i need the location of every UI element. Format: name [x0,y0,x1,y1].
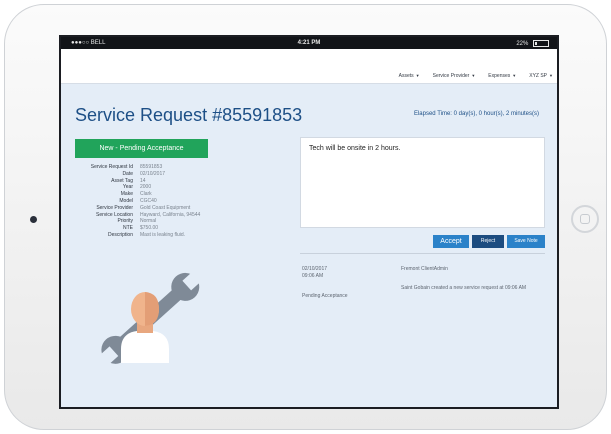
log-user: Fremont ClientAdmin [401,266,448,272]
detail-row: Year 2000 [75,184,200,191]
nav-expenses[interactable]: Expenses ▼ [488,73,516,79]
app-screen: ●●●○○ BELL 4:21 PM 22% Assets ▼ Service P… [59,35,559,409]
detail-value: Normal [140,218,157,225]
detail-value: Clark [140,191,152,198]
tablet-frame: ●●●○○ BELL 4:21 PM 22% Assets ▼ Service P… [4,4,607,430]
detail-value: Hayward, California, 94544 [140,211,201,218]
detail-label: Year [122,184,133,191]
detail-value: 2000 [140,184,152,191]
detail-row: Priority Normal [75,218,200,225]
nav-menu: Assets ▼ Service Provider ▼ Expenses ▼ XYZ … [386,73,553,79]
battery-percent: 22% [516,41,529,48]
detail-label: Model [119,197,133,204]
reject-button[interactable]: Reject [472,235,504,248]
log-time: 09:06 AM [302,273,324,279]
battery-indicator: 22% [516,40,549,47]
divider [300,253,545,254]
detail-value: 14 [140,177,146,184]
page-title: Service Request #85591853 [75,105,303,125]
detail-value: Mast is leaking fluid. [140,231,186,238]
detail-label: Priority [117,218,133,225]
status-bar: ●●●○○ BELL 4:21 PM 22% [61,37,557,49]
battery-icon [533,40,549,47]
detail-label: Make [120,191,133,198]
detail-value: 02/10/2017 [140,170,166,177]
accept-button[interactable]: Accept [433,235,469,248]
detail-label: Asset Tag [111,177,133,184]
detail-value: $750.00 [140,225,159,232]
detail-row: NTE $750.00 [75,225,200,232]
detail-row: Description Mast is leaking fluid. [75,232,200,239]
detail-row: Model CGC40 [75,198,200,205]
detail-row: Asset Tag 14 [75,178,200,185]
detail-value: Gold Coast Equipment [140,204,191,211]
note-textarea[interactable]: Tech will be onsite in 2 hours. [300,137,545,228]
detail-row: Make Clark [75,191,200,198]
detail-row: Service Location Hayward, California, 945… [75,212,200,219]
note-text: Tech will be onsite in 2 hours. [309,145,401,152]
detail-label: Date [122,170,133,177]
detail-label: Description [107,231,133,238]
detail-value: 85591853 [140,164,163,170]
nav-service-provider[interactable]: Service Provider ▼ [433,73,476,79]
nav-assets[interactable]: Assets ▼ [399,73,420,79]
technician-wrench-illustration [99,271,202,366]
chevron-down-icon: ▼ [549,73,553,78]
detail-row: Service Provider Gold Coast Equipment [75,205,200,212]
detail-label: NTE [123,225,133,232]
log-date: 02/10/2017 [302,266,328,272]
elapsed-time: Elapsed Time: 0 day(s), 0 hour(s), 2 min… [413,111,539,117]
save-note-button[interactable]: Save Note [507,235,545,248]
detail-label: Service Location [96,211,133,218]
chevron-down-icon: ▼ [512,73,517,78]
request-details: Service Request Id 85591853 Date 02/10/201… [75,164,201,239]
status-badge: New - Pending Acceptance [75,139,208,158]
detail-label: Service Provider [96,204,133,211]
log-status: Pending Acceptance [302,293,348,299]
detail-value: CGC40 [140,197,157,204]
detail-label: Service Request Id [90,164,133,170]
log-message: Saint Gobain created a new service reque… [401,285,527,291]
camera-icon [30,216,37,223]
detail-row: Date 02/10/2017 [75,171,200,178]
top-navigation: Assets ▼ Service Provider ▼ Expenses ▼ XYZ … [61,49,557,84]
home-button[interactable] [571,205,599,233]
nav-user-menu[interactable]: XYZ SP ▼ [529,73,553,79]
chevron-down-icon: ▼ [471,73,476,78]
clock: 4:21 PM [297,40,321,46]
chevron-down-icon: ▼ [415,73,420,78]
home-square-icon [580,214,590,224]
detail-row: Service Request Id 85591853 [75,164,200,171]
